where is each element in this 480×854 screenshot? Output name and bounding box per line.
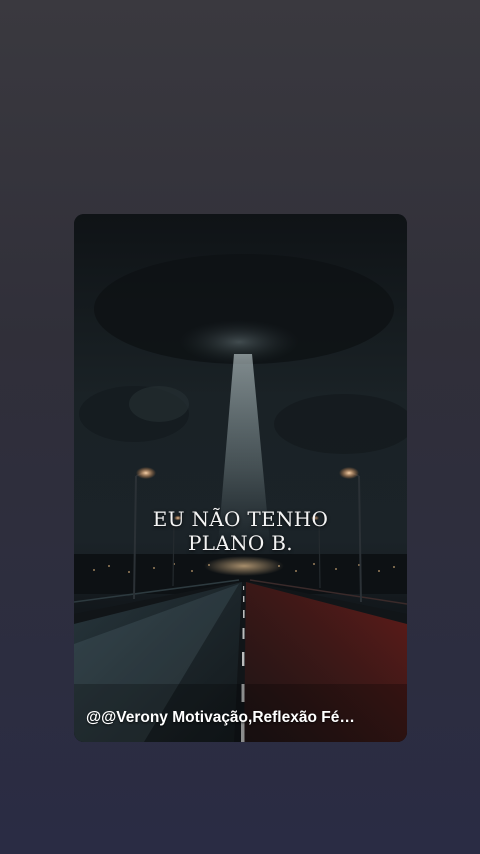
video-post-card[interactable]: EU NÃO TENHO PLANO B. @@Verony Motivação… (74, 214, 407, 742)
night-road-image (74, 214, 407, 742)
quote-line-2: PLANO B. (188, 531, 293, 555)
quote-text: EU NÃO TENHO PLANO B. (74, 507, 407, 555)
author-caption-link[interactable]: @@Verony Motivação,Reflexão Fé… (86, 708, 391, 728)
story-viewer-screen: { "post": { "quote_line1": "EU NÃO TENHO… (0, 0, 480, 854)
quote-line-1: EU NÃO TENHO (152, 507, 329, 531)
